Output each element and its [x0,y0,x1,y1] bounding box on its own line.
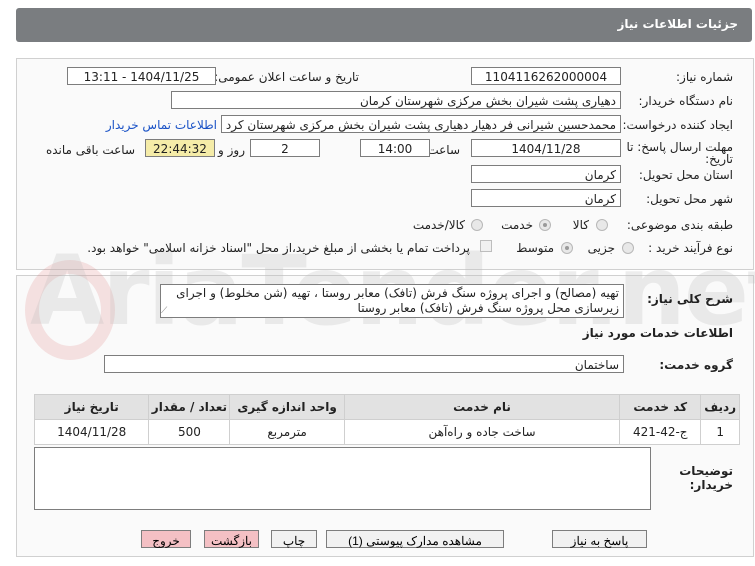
creator-field: محمدحسین شیرانی فر دهیار دهیاری پشت شیرا… [221,115,621,133]
province-label: استان محل تحویل: [638,168,733,182]
buyer-notes-label-line1: توضیحات [679,464,733,478]
deadline-time-field: 14:00 [360,139,430,157]
process-label: نوع فرآیند خرید : [648,241,733,255]
buyer-contact-link[interactable]: اطلاعات تماس خریدار [106,118,217,132]
cell-service-code: ج-42-421 [619,419,702,445]
services-table: ردیف کد خدمت نام خدمت واحد اندازه گیری ت… [33,394,740,445]
process-option-medium: متوسط [516,241,554,255]
service-group-field: ساختمان [104,355,624,373]
cell-service-name: ساخت جاده و راه‌آهن [343,419,621,445]
col-service-name: نام خدمت [343,394,621,420]
need-number-field: 1104116262000004 [471,67,621,85]
category-radio-goods-service[interactable] [471,219,483,231]
services-table-header: ردیف کد خدمت نام خدمت واحد اندازه گیری ت… [33,394,740,420]
remaining-time-label: ساعت باقی مانده [45,143,135,157]
col-need-date: تاریخ نیاز [33,394,150,420]
deadline-label-line2: تاریخ: [705,152,733,166]
cell-need-date: 1404/11/28 [33,419,150,445]
payment-note: پرداخت تمام یا بخشی از مبلغ خرید،از محل … [87,241,470,255]
exit-button[interactable]: خروج [141,530,191,548]
services-section-title: اطلاعات خدمات مورد نیاز [582,326,733,340]
province-field: کرمان [471,165,621,183]
creator-label: ایجاد کننده درخواست: [622,118,733,132]
window-title: جزئیات اطلاعات نیاز [617,17,738,31]
attachments-button[interactable]: مشاهده مدارک پیوستی (1) [326,530,504,548]
back-button[interactable]: بازگشت [204,530,259,548]
category-option-goods-service: کالا/خدمت [412,218,465,232]
col-row-number: ردیف [700,394,740,420]
print-button[interactable]: چاپ [271,530,317,548]
service-group-label: گروه خدمت: [659,358,733,372]
remaining-time-field: 22:44:32 [145,139,215,157]
category-label: طبقه بندی موضوعی: [626,218,733,232]
days-label: روز و [218,143,245,157]
cell-row-number: 1 [700,419,740,445]
description-textarea: تهیه (مصالح) و اجرای پروژه سنگ فرش (تافک… [160,284,624,318]
deadline-date-field: 1404/11/28 [471,139,621,157]
process-radio-minor[interactable] [622,242,634,254]
col-unit: واحد اندازه گیری [229,394,345,420]
window-title-bar: جزئیات اطلاعات نیاز [16,8,752,42]
category-radio-goods[interactable] [596,219,608,231]
buyer-org-field: دهیاری پشت شیران بخش مرکزی شهرستان کرمان [171,91,621,109]
reply-button[interactable]: پاسخ به نیاز [552,530,647,548]
process-radio-medium[interactable] [561,242,573,254]
description-text: تهیه (مصالح) و اجرای پروژه سنگ فرش (تافک… [176,286,619,315]
announce-datetime-field: 1404/11/25 - 13:11 [67,67,216,85]
city-label: شهر محل تحویل: [646,192,733,206]
category-radio-service[interactable] [539,219,551,231]
buyer-org-label: نام دستگاه خریدار: [638,94,734,108]
city-field: کرمان [471,189,621,207]
col-quantity: تعداد / مقدار [148,394,231,420]
col-service-code: کد خدمت [619,394,702,420]
cell-unit: مترمربع [229,419,345,445]
table-row: 1 ج-42-421 ساخت جاده و راه‌آهن مترمربع 5… [33,419,740,445]
buyer-notes-textarea[interactable] [34,447,651,510]
category-option-goods: کالا [572,218,589,232]
need-number-label: شماره نیاز: [676,70,733,84]
deadline-time-label: ساعت [427,143,460,157]
resize-handle-icon[interactable]: ⟋ [161,306,171,316]
process-option-minor: جزیی [587,241,615,255]
remaining-days-field: 2 [250,139,320,157]
buyer-notes-label-line2: خریدار: [689,478,733,492]
description-label: شرح کلی نیاز: [647,292,733,306]
announce-datetime-label: تاریخ و ساعت اعلان عمومی: [214,70,359,84]
category-option-service: خدمت [501,218,533,232]
payment-checkbox[interactable] [480,240,492,252]
cell-quantity: 500 [148,419,231,445]
